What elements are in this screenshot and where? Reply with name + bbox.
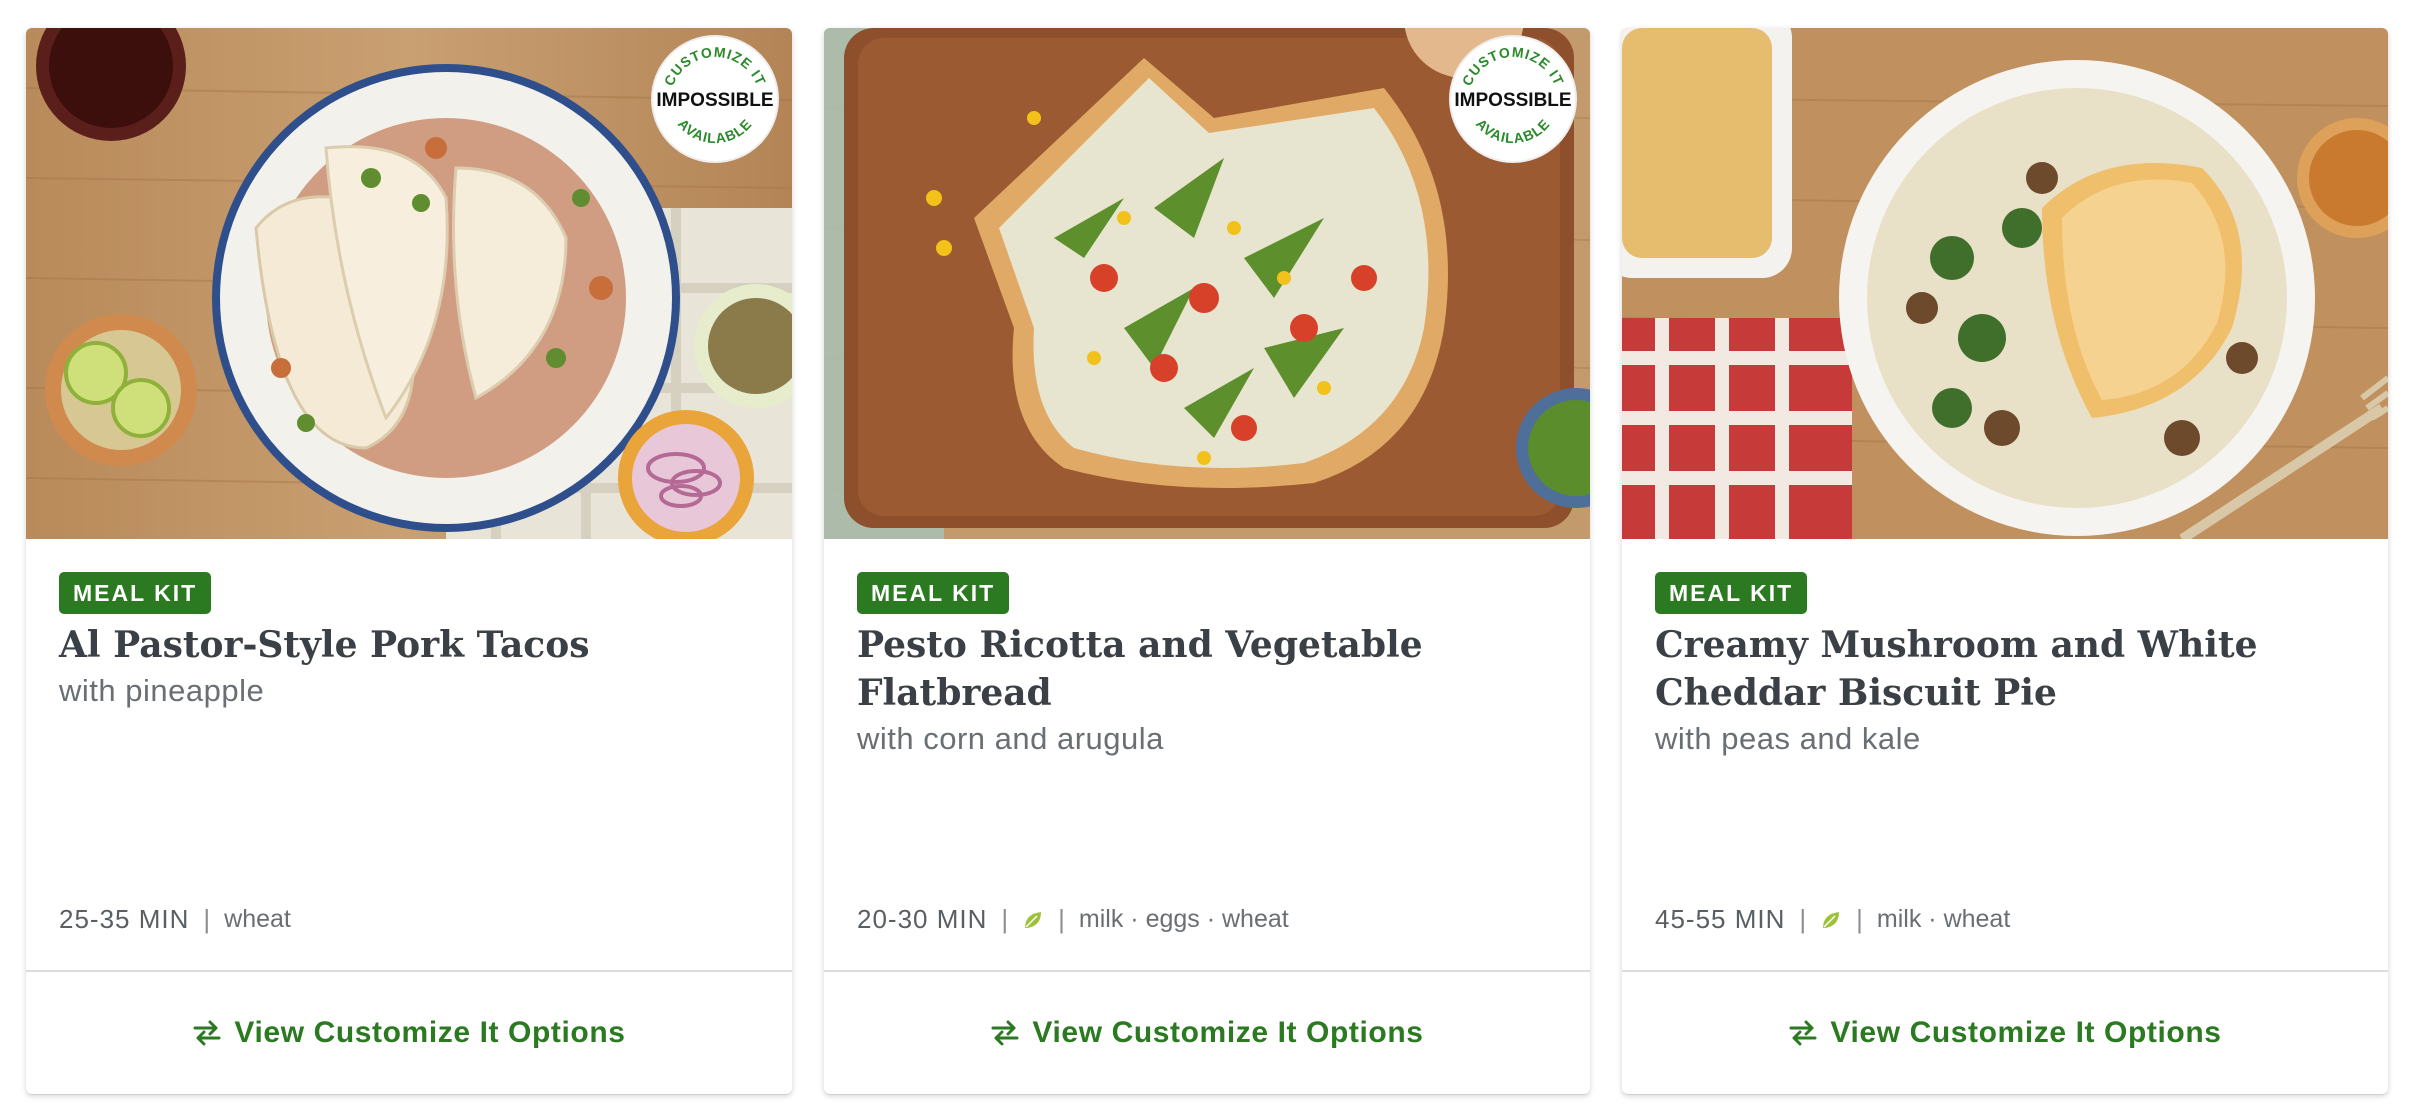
meal-title-text[interactable]: Pesto Ricotta and Vegetable Flatbread xyxy=(857,624,1423,714)
leaf-icon xyxy=(1823,911,1840,928)
swap-arrows-icon xyxy=(193,1020,221,1046)
meal-kit-tag: MEAL KIT xyxy=(1655,572,1808,614)
impossible-badge-brand: IMPOSSIBLE xyxy=(656,90,773,111)
meal-title-text[interactable]: Creamy Mushroom and White Cheddar Biscui… xyxy=(1655,624,2258,714)
cook-time: 25-35 MIN xyxy=(59,904,190,934)
meal-photo-flatbread[interactable]: CUSTOMIZE IT IMPOSSIBLE AVAILABLE xyxy=(824,28,1590,539)
view-customize-options-button[interactable]: View Customize It Options xyxy=(1622,970,2388,1094)
meta-separator: | xyxy=(1001,904,1009,934)
meal-subtitle: with pineapple xyxy=(59,673,265,708)
view-customize-options-label[interactable]: View Customize It Options xyxy=(1830,1016,2221,1050)
meal-title[interactable]: Pesto Ricotta and Vegetable Flatbread wi… xyxy=(857,621,1562,761)
impossible-badge-brand: IMPOSSIBLE xyxy=(1454,90,1571,111)
leaf-icon xyxy=(1025,911,1042,928)
meal-card-body: MEAL KIT Pesto Ricotta and Vegetable Fla… xyxy=(824,539,1590,971)
meal-title[interactable]: Creamy Mushroom and White Cheddar Biscui… xyxy=(1655,621,2360,761)
cook-time: 45-55 MIN xyxy=(1655,904,1786,934)
meal-photo-tacos[interactable]: CUSTOMIZE IT IMPOSSIBLE AVAILABLE xyxy=(26,28,792,539)
meal-card[interactable]: CUSTOMIZE IT IMPOSSIBLE AVAILABLE MEAL K… xyxy=(26,28,792,1094)
meal-kit-tag: MEAL KIT xyxy=(59,572,212,614)
swap-arrows-icon xyxy=(1789,1020,1817,1046)
meal-card-body: MEAL KIT Al Pastor-Style Pork Tacos with… xyxy=(26,539,792,971)
meal-title[interactable]: Al Pastor-Style Pork Tacos with pineappl… xyxy=(59,621,764,713)
impossible-badge: CUSTOMIZE IT IMPOSSIBLE AVAILABLE xyxy=(1449,35,1577,163)
meal-card[interactable]: MEAL KIT Creamy Mushroom and White Chedd… xyxy=(1622,28,2388,1094)
allergens: milk · eggs · wheat xyxy=(1078,905,1289,933)
meal-meta: 25-35 MIN | wheat xyxy=(59,904,291,935)
allergens: milk · wheat xyxy=(1876,905,2011,933)
meal-subtitle: with peas and kale xyxy=(1655,721,1921,756)
view-customize-options-button[interactable]: View Customize It Options xyxy=(824,970,1590,1094)
meal-meta: 45-55 MIN | | milk · wheat xyxy=(1655,904,2010,935)
view-customize-options-label[interactable]: View Customize It Options xyxy=(1032,1016,1423,1050)
view-customize-options-button[interactable]: View Customize It Options xyxy=(26,970,792,1094)
meal-title-text[interactable]: Al Pastor-Style Pork Tacos xyxy=(59,624,589,666)
meta-separator: | xyxy=(1799,904,1807,934)
swap-arrows-icon xyxy=(991,1020,1019,1046)
meal-photo-biscuit-pie[interactable] xyxy=(1622,28,2388,539)
meta-separator: | xyxy=(1856,904,1863,934)
cook-time: 20-30 MIN xyxy=(857,904,988,934)
meal-card-body: MEAL KIT Creamy Mushroom and White Chedd… xyxy=(1622,539,2388,971)
meal-subtitle: with corn and arugula xyxy=(857,721,1164,756)
meal-meta: 20-30 MIN | | milk · eggs · wheat xyxy=(857,904,1289,935)
biscuit-pie-photo xyxy=(1622,28,2388,539)
meta-separator: | xyxy=(203,904,211,934)
meal-card[interactable]: CUSTOMIZE IT IMPOSSIBLE AVAILABLE MEAL K… xyxy=(824,28,1590,1094)
meta-separator: | xyxy=(1058,904,1065,934)
meal-grid: CUSTOMIZE IT IMPOSSIBLE AVAILABLE MEAL K… xyxy=(26,28,2388,1094)
meal-kit-tag: MEAL KIT xyxy=(857,572,1010,614)
allergens: wheat xyxy=(224,905,291,933)
view-customize-options-label[interactable]: View Customize It Options xyxy=(234,1016,625,1050)
impossible-badge: CUSTOMIZE IT IMPOSSIBLE AVAILABLE xyxy=(651,35,779,163)
